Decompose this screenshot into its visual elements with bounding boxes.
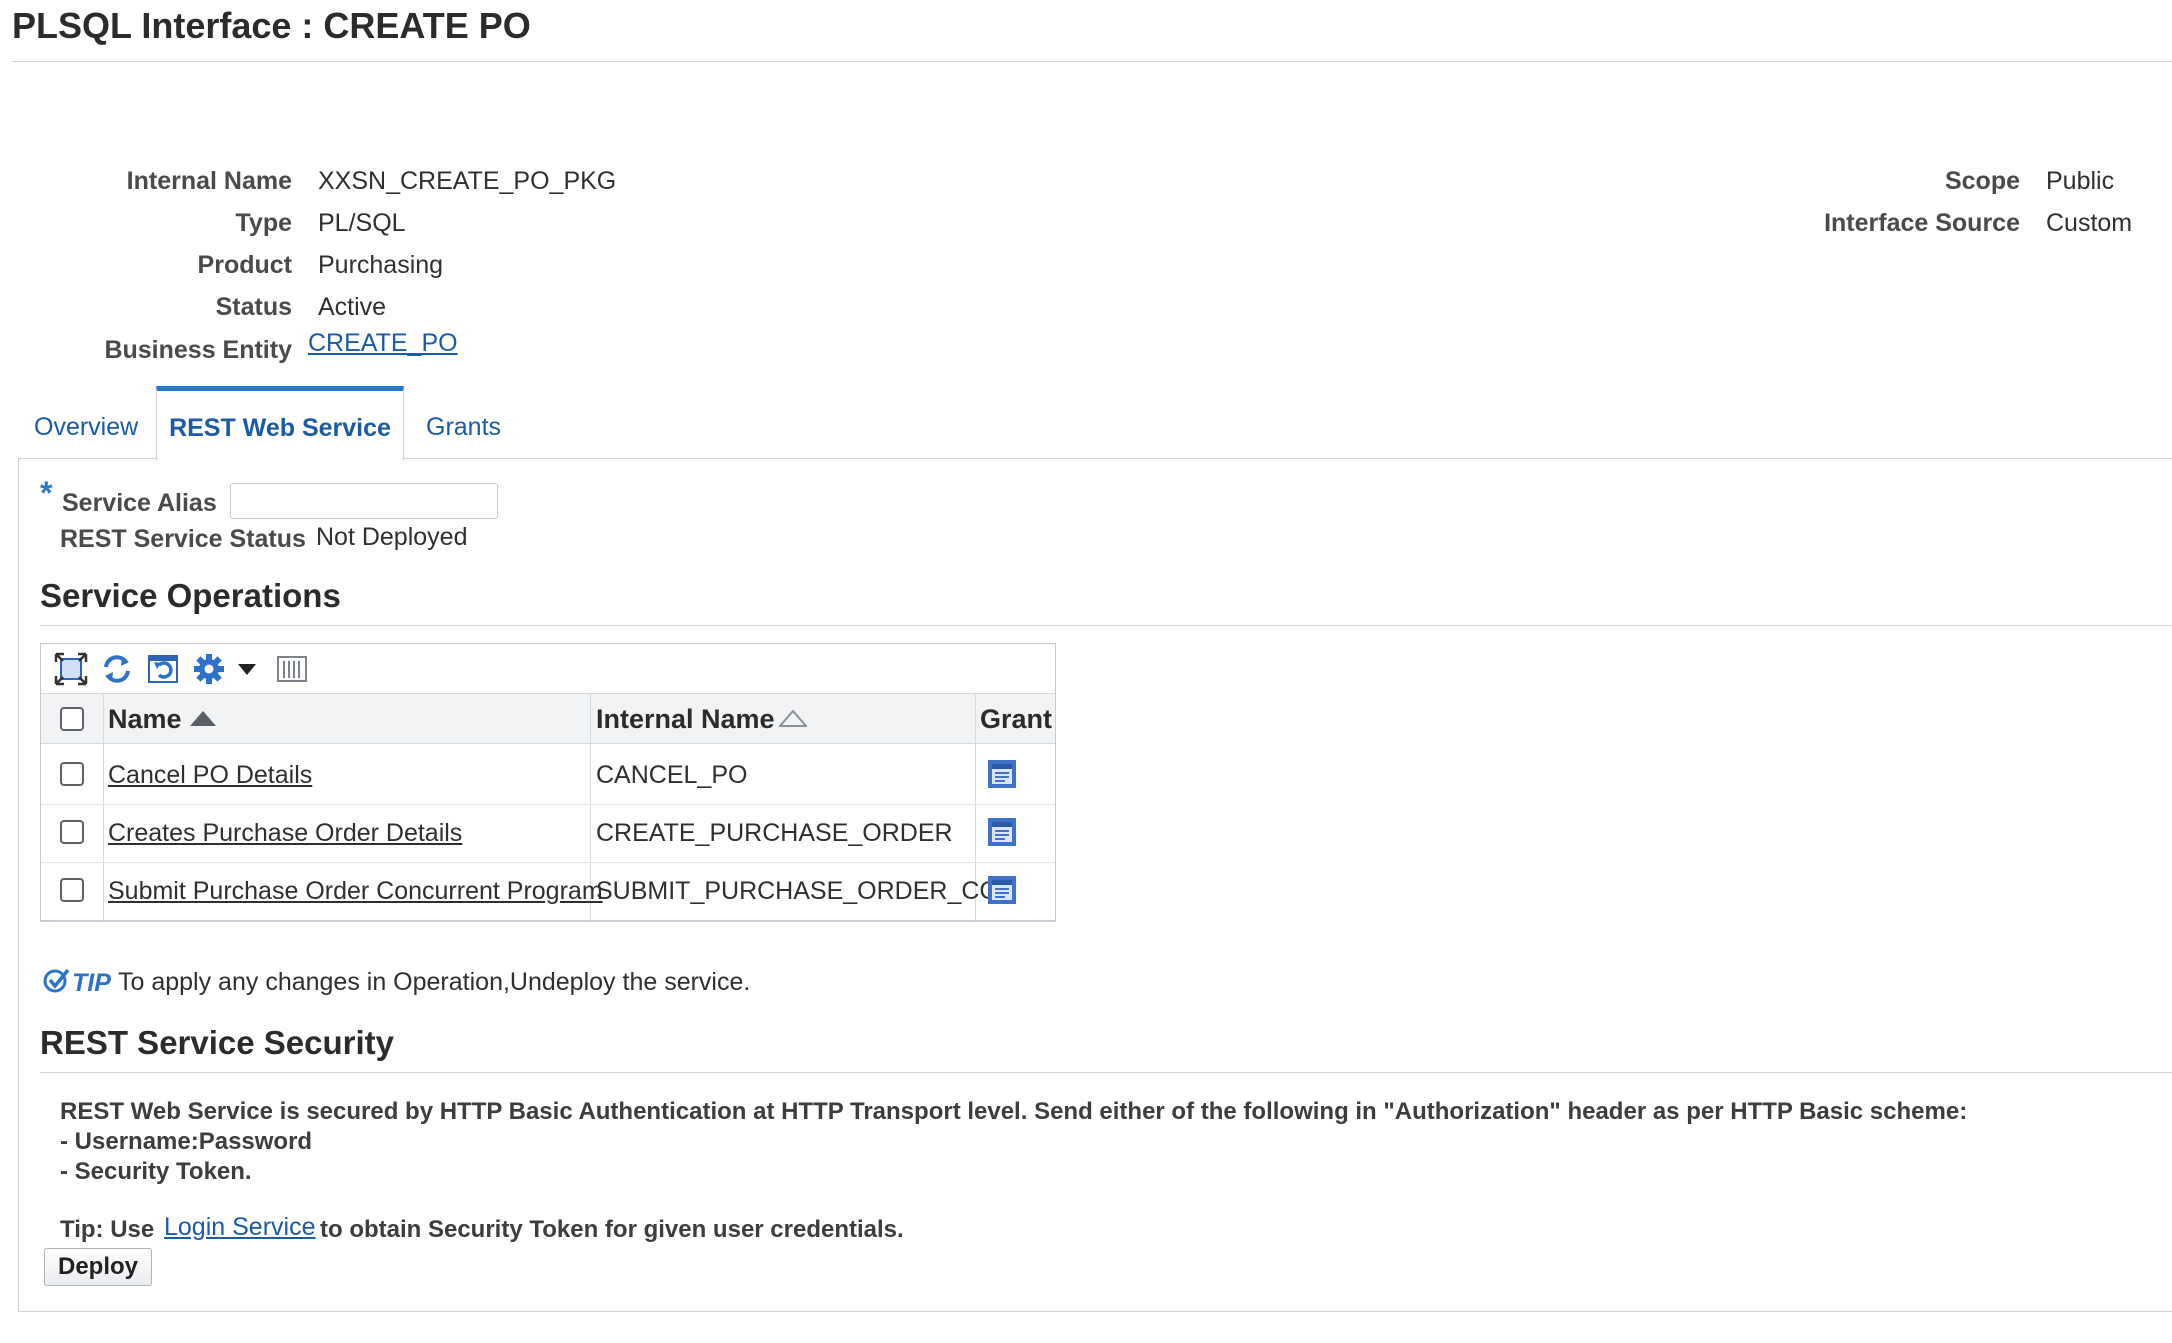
grant-icon[interactable] [987,875,1017,910]
type-label: Type [235,209,293,237]
interface-source-value: Custom [2046,209,2133,237]
security-tip-suffix: to obtain Security Token for given user … [320,1216,904,1243]
select-all-checkbox[interactable] [60,707,84,731]
tip-check-icon [42,966,70,999]
type-value: PL/SQL [318,209,406,237]
business-entity-label: Business Entity [104,336,292,364]
column-header-internal-name[interactable]: Internal Name [596,704,775,735]
tab-overview[interactable]: Overview [34,413,138,442]
row-checkbox[interactable] [60,878,84,902]
service-operations-divider [40,625,2172,626]
sort-ascending-icon[interactable] [189,709,217,734]
security-description: REST Web Service is secured by HTTP Basi… [60,1098,1968,1125]
tip-text: To apply any changes in Operation,Undepl… [118,968,751,996]
login-service-link[interactable]: Login Service [164,1213,315,1242]
rest-service-status-label: REST Service Status [60,525,306,553]
revert-icon[interactable] [147,651,181,687]
status-label: Status [215,293,292,321]
security-tip-prefix: Tip: Use [60,1216,155,1243]
dropdown-arrow-icon[interactable] [232,651,262,687]
service-operations-heading: Service Operations [40,577,341,614]
row-separator [41,804,1055,805]
operation-name-link[interactable]: Cancel PO Details [108,761,312,790]
title-divider [12,61,2172,62]
product-label: Product [197,251,292,279]
detach-icon[interactable] [54,651,88,687]
active-tab-connector [157,457,403,460]
column-header-grant: Grant [980,704,1053,734]
required-indicator: * [40,475,53,511]
internal-name-value: XXSN_CREATE_PO_PKG [318,167,617,195]
service-alias-input[interactable] [230,483,498,519]
row-checkbox[interactable] [60,762,84,786]
refresh-icon[interactable] [100,651,134,687]
operation-internal-name: CANCEL_PO [596,761,748,789]
column-header-name[interactable]: Name [108,704,182,735]
deploy-button[interactable]: Deploy [44,1248,152,1286]
tab-grants[interactable]: Grants [426,413,501,442]
scope-value: Public [2046,167,2115,195]
operation-internal-name: SUBMIT_PURCHASE_ORDER_CC [596,877,998,905]
page-title: PLSQL Interface : CREATE PO [12,5,531,46]
row-checkbox[interactable] [60,820,84,844]
rest-service-status-value: Not Deployed [316,523,468,551]
business-entity-link[interactable]: CREATE_PO [308,329,458,358]
interface-source-label: Interface Source [1824,209,2020,237]
columns-icon[interactable] [275,651,309,687]
grant-icon[interactable] [987,817,1017,852]
grant-icon[interactable] [987,759,1017,794]
row-separator [41,862,1055,863]
sort-unsorted-icon[interactable] [777,709,809,734]
operation-name-link[interactable]: Submit Purchase Order Concurrent Program [108,877,603,906]
tab-rest-web-service-label: REST Web Service [169,414,391,442]
product-value: Purchasing [318,251,444,279]
service-alias-label: Service Alias [62,489,217,517]
internal-name-label: Internal Name [126,167,292,195]
operation-internal-name: CREATE_PURCHASE_ORDER [596,819,953,847]
security-option-password: - Username:Password [60,1128,313,1155]
status-value: Active [318,293,387,321]
security-option-token: - Security Token. [60,1158,252,1185]
column-separator [103,694,104,921]
settings-icon[interactable] [192,651,226,687]
tip-badge: TIP [72,969,111,997]
scope-label: Scope [1944,167,2020,195]
rest-service-security-divider [40,1072,2172,1073]
operation-name-link[interactable]: Creates Purchase Order Details [108,819,462,848]
rest-service-security-heading: REST Service Security [40,1024,395,1061]
